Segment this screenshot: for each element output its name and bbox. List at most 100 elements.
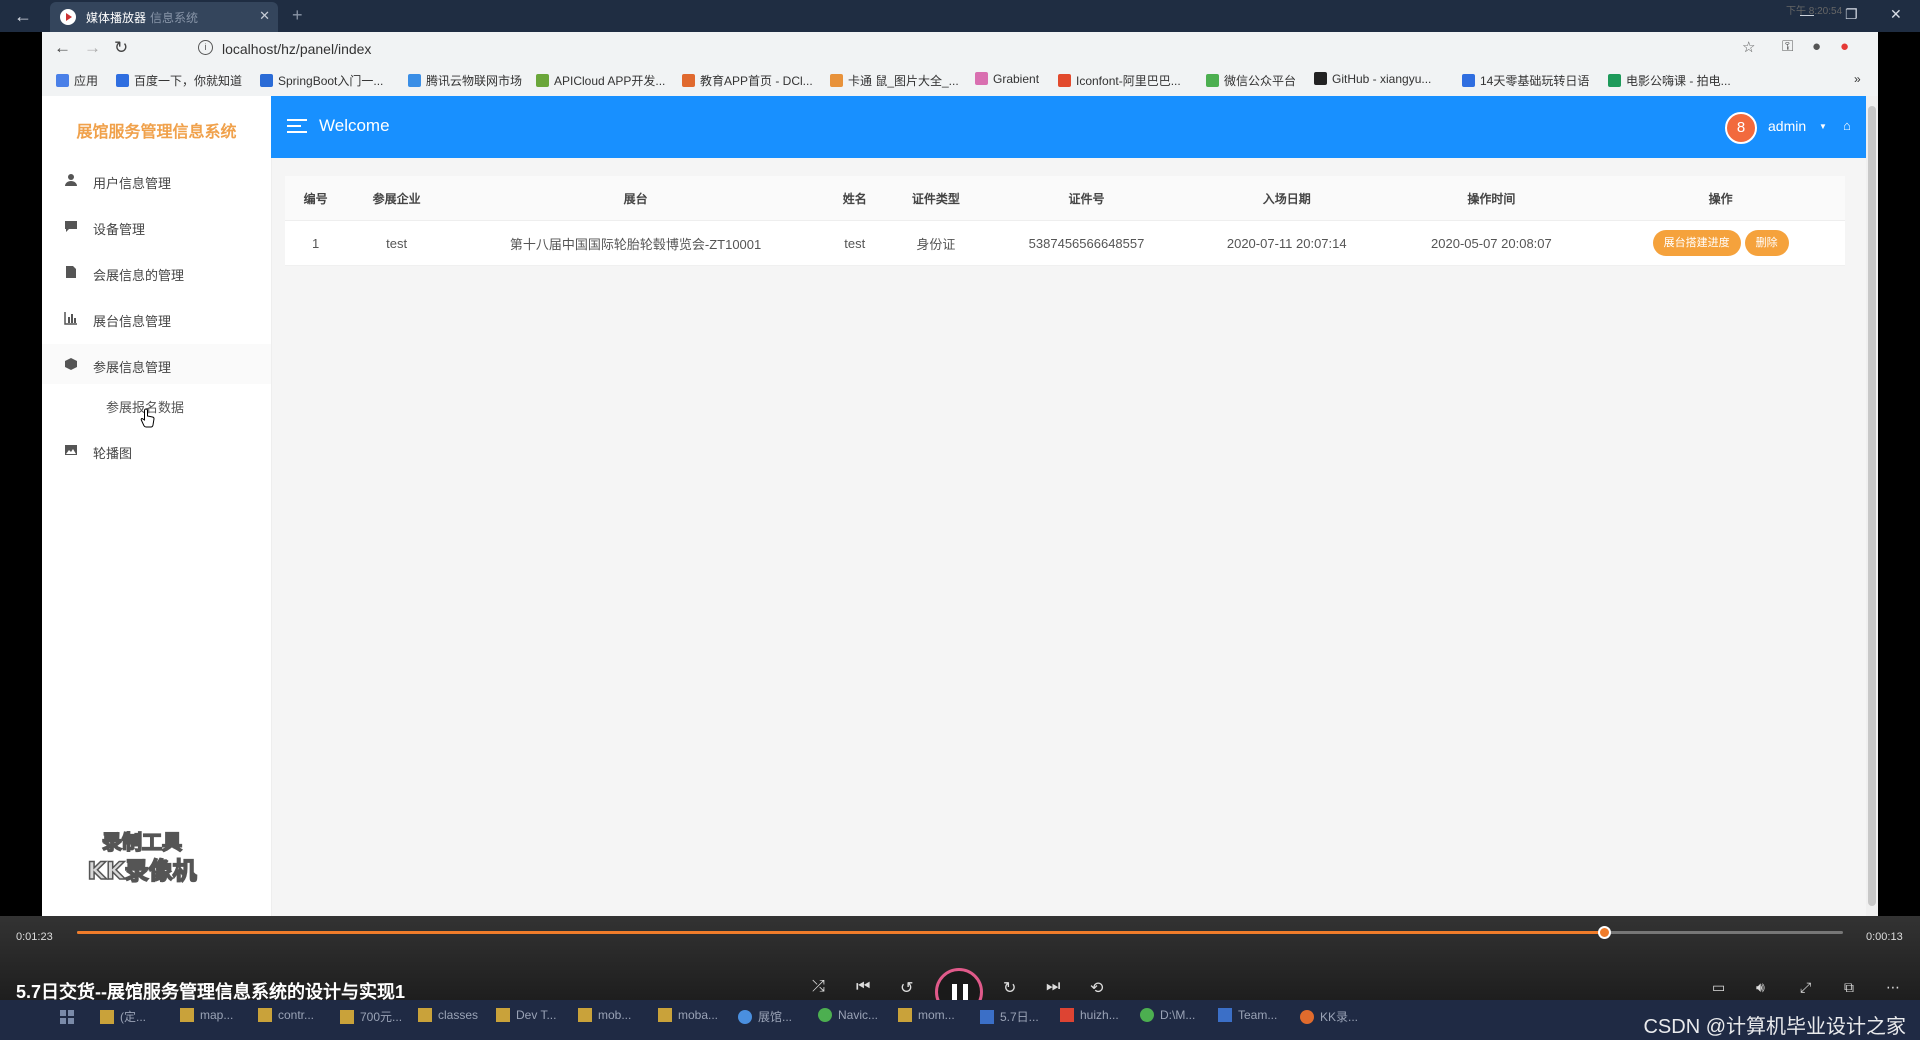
- seek-fill: [77, 931, 1604, 934]
- taskbar-app-icon: [180, 1008, 194, 1022]
- taskbar-app-icon: [340, 1010, 354, 1024]
- bookmark-item[interactable]: 14天零基础玩转日语: [1462, 72, 1589, 89]
- taskbar-item[interactable]: Dev T...: [496, 1008, 556, 1022]
- volume-icon[interactable]: 🔊︎: [1756, 979, 1765, 996]
- restore-icon[interactable]: ❐: [1845, 6, 1858, 23]
- menu-toggle-icon[interactable]: [287, 119, 307, 133]
- taskbar-item[interactable]: 展馆...: [738, 1008, 792, 1025]
- scrollbar-thumb[interactable]: [1868, 106, 1876, 906]
- sidebar-item-participants[interactable]: 参展信息管理: [42, 344, 271, 384]
- info-icon[interactable]: i: [198, 40, 213, 55]
- sidebar-item-booths[interactable]: 展台信息管理: [42, 298, 271, 338]
- bookmark-favicon-icon: [260, 74, 273, 87]
- taskbar-item[interactable]: contr...: [258, 1008, 314, 1022]
- taskbar-item[interactable]: map...: [180, 1008, 233, 1022]
- caret-down-icon[interactable]: ▼: [1819, 122, 1827, 131]
- previous-icon[interactable]: ⏮: [856, 978, 870, 996]
- captions-icon[interactable]: ▭: [1712, 979, 1725, 996]
- taskbar-item[interactable]: Navic...: [818, 1008, 878, 1022]
- col-header: 操作时间: [1386, 176, 1597, 221]
- bookmark-favicon-icon: [116, 74, 129, 87]
- taskbar-item-label: KK录...: [1320, 1010, 1359, 1024]
- taskbar-item[interactable]: mob...: [578, 1008, 631, 1022]
- page-scrollbar[interactable]: [1866, 96, 1878, 916]
- taskbar-item[interactable]: huizh...: [1060, 1008, 1119, 1022]
- browser-back-icon[interactable]: ←: [54, 38, 71, 58]
- user-menu[interactable]: admin: [1768, 118, 1806, 134]
- taskbar-item[interactable]: moba...: [658, 1008, 718, 1022]
- sidebar-item-carousel[interactable]: 轮播图: [42, 430, 271, 470]
- taskbar-item[interactable]: D:\M...: [1140, 1008, 1195, 1022]
- more-options-icon[interactable]: ⋯: [1886, 979, 1900, 996]
- comment-icon: [65, 221, 77, 232]
- url-text[interactable]: localhost/hz/panel/index: [222, 41, 371, 57]
- close-window-icon[interactable]: ✕: [1890, 6, 1902, 23]
- sidebar-subitem-registrations[interactable]: 参展报名数据: [42, 386, 271, 422]
- bookmark-item[interactable]: 腾讯云物联网市场: [408, 72, 522, 89]
- back-arrow-icon[interactable]: ←: [14, 6, 32, 27]
- sidebar-item-exhibitions[interactable]: 会展信息的管理: [42, 252, 271, 292]
- bookmark-item[interactable]: 卡通 鼠_图片大全_...: [830, 72, 959, 89]
- taskbar-item[interactable]: 5.7日...: [980, 1008, 1039, 1025]
- delete-button[interactable]: 删除: [1744, 230, 1789, 256]
- close-tab-icon[interactable]: ✕: [259, 8, 270, 24]
- key-icon[interactable]: ⚿: [1782, 38, 1793, 55]
- hand-cursor-icon: [140, 408, 155, 428]
- col-header: 展台: [447, 176, 825, 221]
- mini-view-icon[interactable]: ⧉: [1844, 979, 1854, 996]
- home-icon[interactable]: ⌂: [1843, 118, 1851, 133]
- bookmark-item[interactable]: Iconfont-阿里巴巴...: [1058, 72, 1181, 89]
- bookmark-item[interactable]: APICloud APP开发...: [536, 72, 665, 89]
- taskbar-item[interactable]: classes: [418, 1008, 478, 1022]
- browser-forward-icon[interactable]: →: [84, 38, 101, 58]
- player-tab[interactable]: 媒体播放器 信息系统 ✕: [50, 2, 278, 32]
- repeat-off-icon[interactable]: ⟲: [1090, 978, 1103, 998]
- extension-icon[interactable]: ●: [1840, 38, 1849, 55]
- cell-name: test: [824, 220, 886, 266]
- next-icon[interactable]: ⏭: [1046, 978, 1060, 996]
- star-icon[interactable]: ☆: [1742, 38, 1755, 56]
- col-header: 编号: [285, 176, 347, 221]
- bookmark-favicon-icon: [408, 74, 421, 87]
- bookmark-item[interactable]: Grabient: [975, 72, 1039, 86]
- bookmark-item[interactable]: 百度一下，你就知道: [116, 72, 242, 89]
- app-page: 展馆服务管理信息系统 用户信息管理 设备管理 会展信息的管理 展台信息管理 参展…: [42, 96, 1878, 916]
- sidebar-item-devices[interactable]: 设备管理: [42, 206, 271, 246]
- rewind-10-icon[interactable]: ↺: [900, 978, 913, 998]
- fullscreen-icon[interactable]: ⤢: [1800, 979, 1811, 996]
- bookmark-favicon-icon: [975, 72, 988, 85]
- seek-knob[interactable]: [1597, 926, 1611, 939]
- more-bookmarks-icon[interactable]: »: [1854, 72, 1861, 86]
- bookmark-item[interactable]: 应用: [56, 72, 98, 89]
- sidebar-item-users[interactable]: 用户信息管理: [42, 160, 271, 200]
- bookmark-label: GitHub - xiangyu...: [1332, 72, 1432, 86]
- sidebar-item-label: 展台信息管理: [93, 314, 172, 329]
- bookmark-favicon-icon: [56, 74, 69, 87]
- address-bar[interactable]: i localhost/hz/panel/index: [152, 37, 1822, 61]
- bookmark-favicon-icon: [1462, 74, 1475, 87]
- bookmarks-bar: 应用 百度一下，你就知道 SpringBoot入门一... 腾讯云物联网市场 APICl…: [42, 64, 1878, 94]
- avatar[interactable]: 8: [1725, 112, 1757, 144]
- reload-icon[interactable]: ↻: [114, 38, 128, 58]
- taskbar-item-label: 展馆...: [758, 1010, 793, 1024]
- taskbar-item[interactable]: 700元...: [340, 1008, 402, 1025]
- taskbar-item[interactable]: (定...: [100, 1008, 146, 1025]
- col-header: 操作: [1596, 176, 1845, 221]
- new-tab-icon[interactable]: +: [292, 5, 303, 26]
- bookmark-item[interactable]: 微信公众平台: [1206, 72, 1296, 89]
- bookmark-item[interactable]: 教育APP首页 - DCl...: [682, 72, 813, 89]
- sidebar: 展馆服务管理信息系统 用户信息管理 设备管理 会展信息的管理 展台信息管理 参展…: [42, 96, 272, 916]
- profile-icon[interactable]: ●: [1812, 38, 1821, 55]
- windows-start-icon[interactable]: [60, 1010, 74, 1024]
- taskbar-item[interactable]: mom...: [898, 1008, 955, 1022]
- taskbar-item[interactable]: Team...: [1218, 1008, 1277, 1022]
- shuffle-icon[interactable]: ⤮: [812, 978, 825, 996]
- remaining-time: 0:00:13: [1866, 931, 1903, 943]
- bookmark-item[interactable]: SpringBoot入门一...: [260, 72, 383, 89]
- taskbar-item[interactable]: KK录...: [1300, 1008, 1358, 1025]
- booth-progress-button[interactable]: 展台搭建进度: [1652, 230, 1741, 256]
- forward-30-icon[interactable]: ↻: [1003, 978, 1016, 998]
- seek-bar[interactable]: [77, 926, 1843, 939]
- bookmark-item[interactable]: GitHub - xiangyu...: [1314, 72, 1431, 86]
- bookmark-item[interactable]: 电影公嗨课 - 拍电...: [1608, 72, 1731, 89]
